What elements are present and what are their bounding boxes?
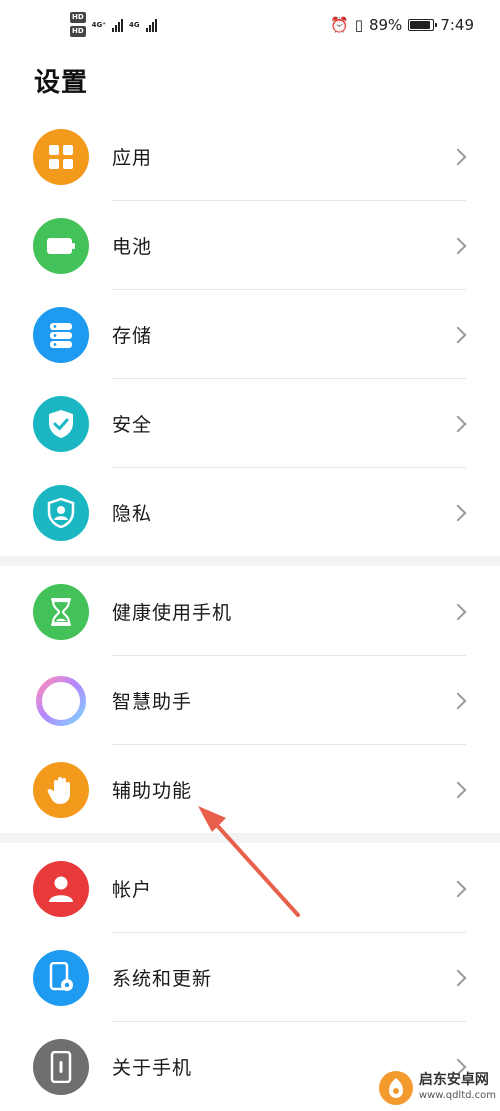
storage-icon	[33, 306, 89, 363]
settings-item-storage[interactable]: 存储	[0, 290, 500, 379]
section-separator	[0, 833, 500, 843]
shield-check-icon	[33, 395, 89, 452]
network-label-1: 4G⁺	[91, 20, 106, 29]
section-separator	[0, 556, 500, 566]
chevron-right-icon	[449, 781, 467, 798]
battery-icon	[33, 217, 89, 274]
vibrate-icon: ▯	[354, 16, 363, 34]
settings-item-label: 电池	[112, 236, 153, 258]
settings-item-label: 安全	[112, 414, 153, 436]
watermark-url: www.qdltd.com	[418, 1090, 496, 1101]
settings-group-1: 应用 电池 存储 安全 隐私	[0, 112, 500, 557]
settings-item-accounts[interactable]: 帐户	[0, 844, 500, 933]
settings-item-system-update[interactable]: 系统和更新	[0, 933, 500, 1022]
signal-strength-icon	[111, 18, 123, 32]
chevron-right-icon	[449, 504, 467, 521]
assistant-ring-icon	[33, 672, 89, 729]
network-label-2: 4G	[128, 20, 140, 29]
settings-item-label: 关于手机	[112, 1057, 193, 1079]
settings-item-accessibility[interactable]: 辅助功能	[0, 745, 500, 834]
alarm-icon: ⏰	[330, 16, 349, 34]
settings-item-label: 辅助功能	[112, 780, 193, 802]
settings-item-apps[interactable]: 应用	[0, 112, 500, 201]
account-icon	[33, 860, 89, 917]
watermark-text: 启东安卓网 www.qdltd.com	[419, 1073, 496, 1103]
status-right: ⏰ ▯ 89% 7:49	[330, 16, 474, 34]
hd-badges: HD HD	[70, 12, 86, 37]
watermark-name: 启东安卓网	[418, 1072, 489, 1088]
chevron-right-icon	[449, 692, 467, 709]
settings-item-label: 应用	[112, 147, 153, 169]
system-update-icon	[33, 949, 89, 1006]
settings-item-label: 系统和更新	[112, 968, 213, 990]
signal-strength-icon	[145, 18, 157, 32]
page-title: 设置	[34, 68, 89, 98]
chevron-right-icon	[449, 603, 467, 620]
signal-indicators: HD HD 4G⁺ 4G	[70, 12, 157, 37]
settings-item-smart-assistant[interactable]: 智慧助手	[0, 656, 500, 745]
hd-badge-1: HD	[70, 12, 86, 23]
chevron-right-icon	[449, 237, 467, 254]
settings-item-battery[interactable]: 电池	[0, 201, 500, 290]
settings-item-label: 帐户	[112, 879, 153, 901]
settings-screen: HD HD 4G⁺ 4G ⏰ ▯ 89% 7:49 设置 应用 电池 存储 安全…	[0, 0, 500, 1111]
chevron-right-icon	[449, 880, 467, 897]
settings-item-label: 健康使用手机	[112, 602, 233, 624]
status-bar: HD HD 4G⁺ 4G ⏰ ▯ 89% 7:49	[0, 0, 500, 54]
phone-info-icon	[33, 1038, 89, 1095]
chevron-right-icon	[449, 415, 467, 432]
settings-item-label: 隐私	[112, 503, 153, 525]
battery-percent: 89%	[368, 16, 403, 34]
settings-item-label: 智慧助手	[112, 691, 193, 713]
settings-item-privacy[interactable]: 隐私	[0, 468, 500, 557]
settings-item-digital-balance[interactable]: 健康使用手机	[0, 567, 500, 656]
apps-icon	[33, 128, 89, 185]
settings-item-security[interactable]: 安全	[0, 379, 500, 468]
chevron-right-icon	[449, 326, 467, 343]
hd-badge-2: HD	[70, 26, 86, 37]
chevron-right-icon	[449, 148, 467, 165]
settings-group-2: 健康使用手机 智慧助手 辅助功能	[0, 567, 500, 834]
privacy-icon	[33, 484, 89, 541]
watermark: 启东安卓网 www.qdltd.com	[378, 1071, 496, 1105]
watermark-logo-icon	[378, 1071, 413, 1105]
hand-icon	[33, 761, 89, 818]
hourglass-icon	[33, 583, 89, 640]
battery-icon	[408, 19, 438, 31]
settings-item-label: 存储	[112, 325, 153, 347]
chevron-right-icon	[449, 969, 467, 986]
clock: 7:49	[440, 16, 474, 34]
